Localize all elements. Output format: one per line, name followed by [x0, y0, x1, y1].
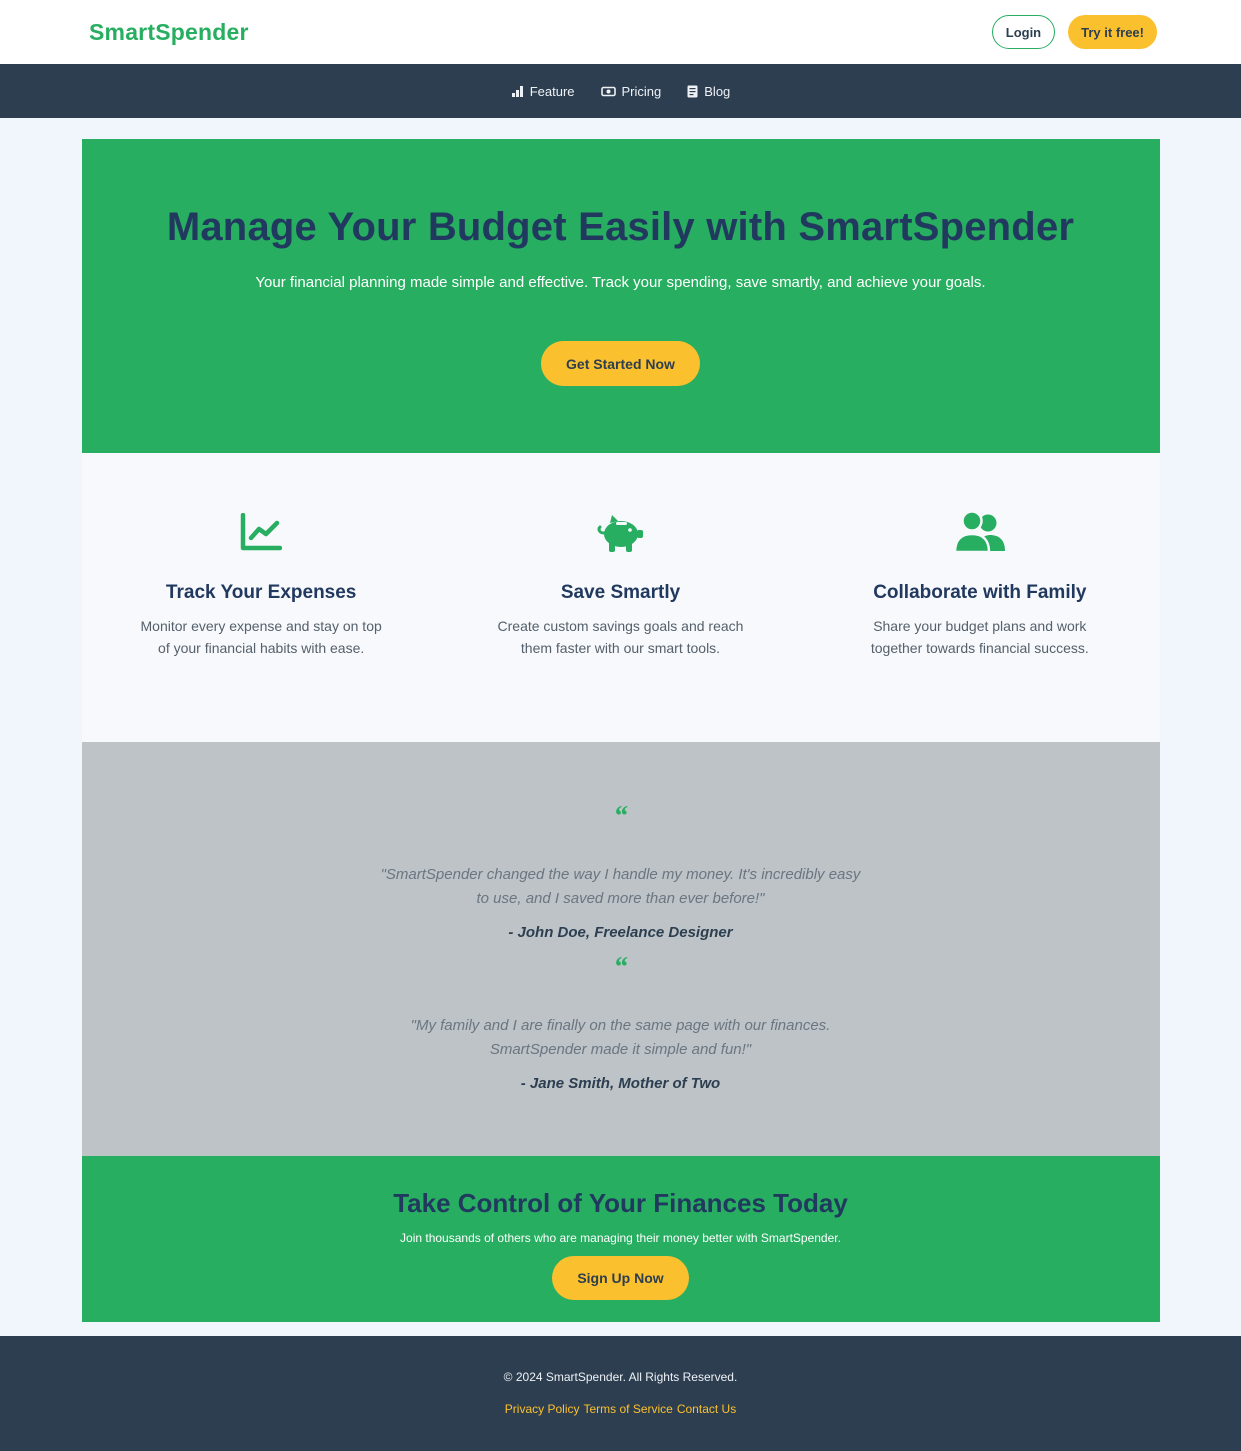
main-nav: Feature Pricing Blog [0, 64, 1241, 118]
testimonial: “ "My family and I are finally on the sa… [82, 952, 1160, 1093]
nav-item-feature[interactable]: Feature [511, 84, 575, 99]
bar-chart-icon [511, 85, 524, 97]
quote-icon: “ [613, 952, 628, 983]
terms-of-service-link[interactable]: Terms of Service [583, 1402, 672, 1416]
testimonial: “ "SmartSpender changed the way I handle… [82, 801, 1160, 942]
line-chart-icon [240, 508, 283, 556]
cta-section: Take Control of Your Finances Today Join… [81, 1156, 1160, 1322]
hero-subtitle: Your financial planning made simple and … [255, 274, 986, 291]
users-icon [953, 508, 1006, 556]
features-section: Track Your Expenses Monitor every expens… [81, 453, 1160, 742]
testimonial-author: - Jane Smith, Mother of Two [520, 1075, 721, 1092]
nav-item-blog[interactable]: Blog [687, 84, 730, 99]
privacy-policy-link[interactable]: Privacy Policy [505, 1402, 580, 1416]
piggy-bank-icon [596, 508, 644, 556]
site-footer: © 2024 SmartSpender. All Rights Reserved… [0, 1336, 1241, 1451]
money-bill-icon [600, 86, 616, 97]
brand-logo[interactable]: SmartSpender [89, 19, 249, 46]
quote-icon: “ [613, 801, 628, 832]
feature-card: Collaborate with Family Share your budge… [800, 508, 1159, 742]
feature-title: Collaborate with Family [873, 582, 1087, 603]
sign-up-button[interactable]: Sign Up Now [552, 1256, 689, 1300]
footer-links: Privacy Policy Terms of Service Contact … [0, 1402, 1241, 1416]
hero-section: Manage Your Budget Easily with SmartSpen… [81, 139, 1160, 453]
feature-text: Create custom savings goals and reach th… [497, 618, 744, 656]
site-header: SmartSpender Login Try it free! [0, 0, 1241, 64]
hero-title: Manage Your Budget Easily with SmartSpen… [166, 205, 1075, 249]
contact-us-link[interactable]: Contact Us [677, 1402, 736, 1416]
nav-item-pricing[interactable]: Pricing [600, 83, 662, 99]
feature-text: Share your budget plans and work togethe… [870, 618, 1089, 656]
feature-title: Track Your Expenses [165, 582, 357, 603]
cta-title: Take Control of Your Finances Today [393, 1188, 848, 1218]
document-icon [687, 85, 698, 98]
login-button[interactable]: Login [991, 15, 1056, 49]
testimonials-section: “ "SmartSpender changed the way I handle… [81, 742, 1160, 1156]
feature-text: Monitor every expense and stay on top of… [140, 618, 382, 656]
feature-title: Save Smartly [560, 582, 681, 603]
nav-item-label: Blog [704, 83, 731, 99]
get-started-button[interactable]: Get Started Now [541, 341, 700, 386]
nav-item-label: Pricing [621, 83, 662, 99]
cta-subtitle: Join thousands of others who are managin… [400, 1231, 841, 1245]
page: SmartSpender Login Try it free! Feature [0, 0, 1241, 1451]
feature-card: Save Smartly Create custom savings goals… [441, 508, 800, 742]
nav-item-label: Feature [529, 83, 575, 99]
main-container: Manage Your Budget Easily with SmartSpen… [81, 139, 1160, 1322]
testimonial-author: - John Doe, Freelance Designer [508, 924, 733, 941]
testimonial-text: "My family and I are finally on the same… [410, 1017, 831, 1058]
testimonial-text: "SmartSpender changed the way I handle m… [380, 866, 861, 907]
try-free-button[interactable]: Try it free! [1068, 15, 1157, 49]
feature-card: Track Your Expenses Monitor every expens… [82, 508, 441, 742]
copyright-text: © 2024 SmartSpender. All Rights Reserved… [503, 1370, 738, 1384]
header-actions: Login Try it free! [991, 15, 1157, 49]
